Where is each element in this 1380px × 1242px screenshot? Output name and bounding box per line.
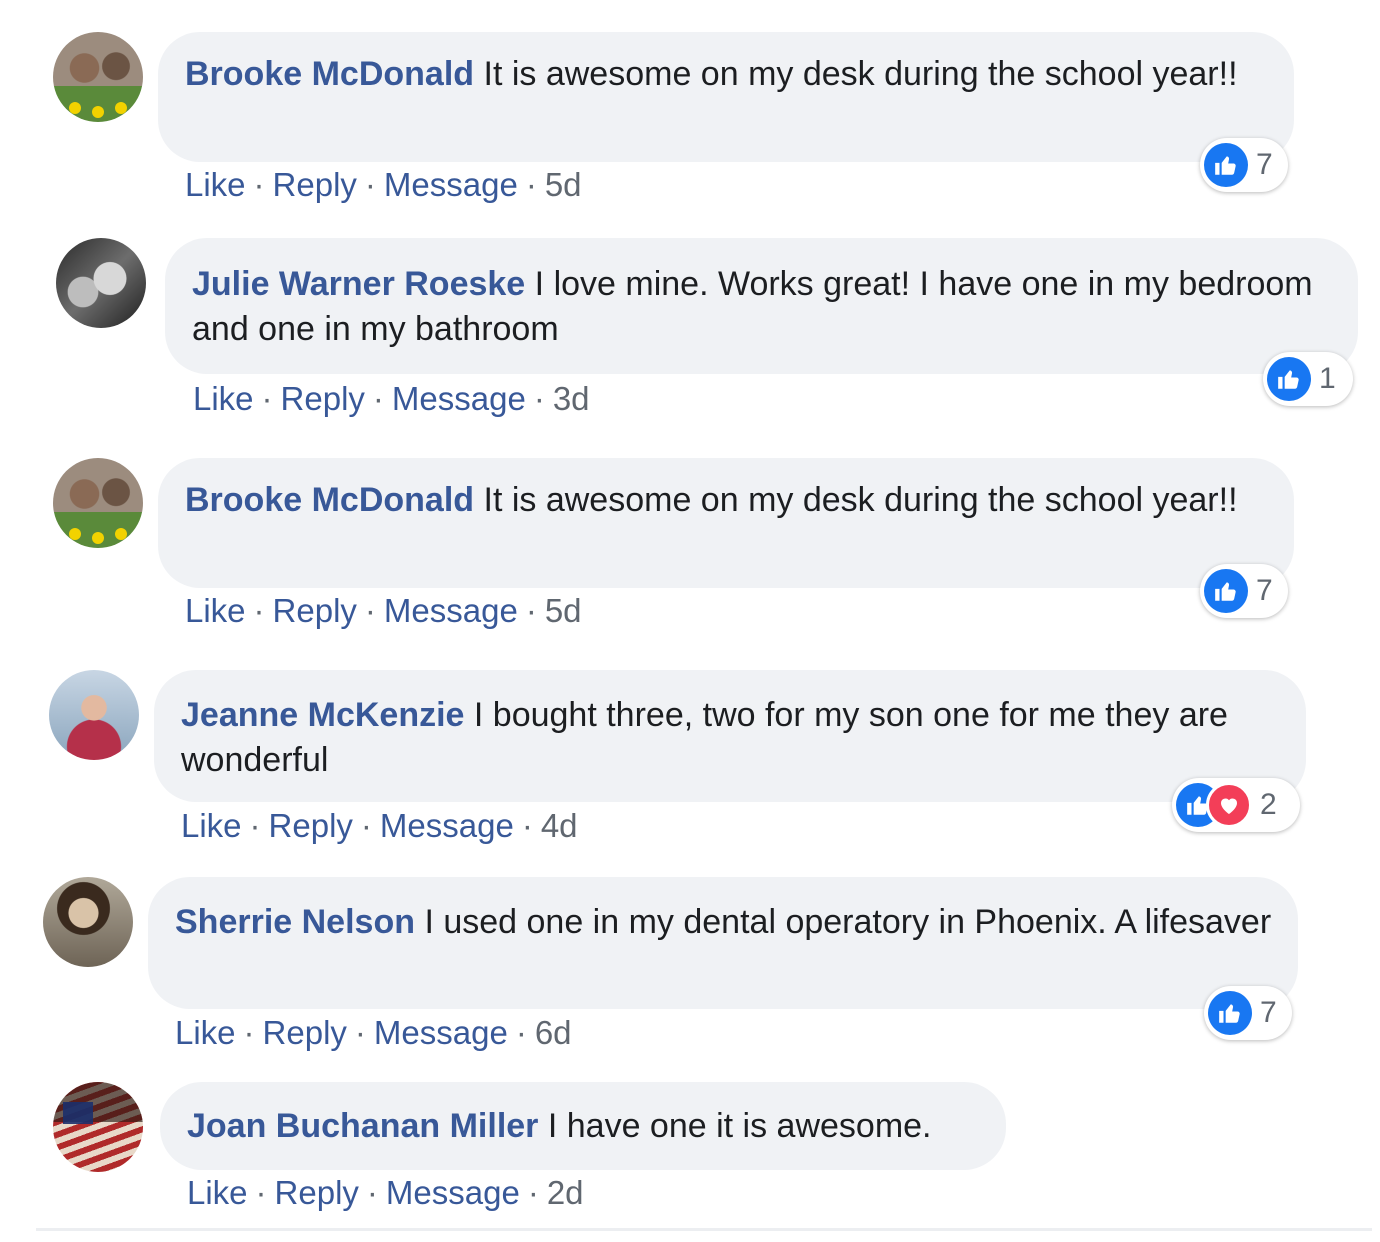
comment-time[interactable]: 6d bbox=[535, 1014, 572, 1051]
like-link[interactable]: Like bbox=[187, 1174, 248, 1211]
reaction-count: 7 bbox=[1256, 574, 1273, 607]
reaction-count: 2 bbox=[1260, 788, 1277, 821]
reaction-count: 1 bbox=[1319, 362, 1336, 395]
comment-bubble: Brooke McDonald It is awesome on my desk… bbox=[158, 32, 1294, 162]
avatar-photo bbox=[69, 102, 127, 118]
comment-bubble: Brooke McDonald It is awesome on my desk… bbox=[158, 458, 1294, 588]
like-link[interactable]: Like bbox=[193, 380, 254, 417]
reply-link[interactable]: Reply bbox=[281, 380, 365, 417]
reply-link[interactable]: Reply bbox=[273, 592, 357, 629]
comment-text: It is awesome on my desk during the scho… bbox=[483, 481, 1238, 519]
avatar[interactable] bbox=[49, 670, 139, 760]
reaction-summary[interactable]: 7 bbox=[1200, 138, 1288, 192]
comment-author[interactable]: Jeanne McKenzie bbox=[181, 696, 464, 734]
thumbs-up-icon bbox=[1267, 357, 1311, 401]
reply-link[interactable]: Reply bbox=[269, 807, 353, 844]
reaction-summary[interactable]: 7 bbox=[1204, 986, 1292, 1040]
comment-bubble: Joan Buchanan Miller I have one it is aw… bbox=[160, 1082, 1006, 1170]
comment-author[interactable]: Sherrie Nelson bbox=[175, 903, 415, 941]
comment-bubble: Jeanne McKenzie I bought three, two for … bbox=[154, 670, 1306, 802]
thumbs-up-icon bbox=[1204, 143, 1248, 187]
message-link[interactable]: Message bbox=[374, 1014, 508, 1051]
reply-link[interactable]: Reply bbox=[273, 166, 357, 203]
comment-time[interactable]: 4d bbox=[541, 807, 578, 844]
comment-text: It is awesome on my desk during the scho… bbox=[483, 55, 1238, 93]
reaction-count: 7 bbox=[1260, 996, 1277, 1029]
reaction-summary[interactable]: 2 bbox=[1172, 778, 1300, 832]
comment-text: I have one it is awesome. bbox=[547, 1107, 932, 1145]
like-link[interactable]: Like bbox=[185, 166, 246, 203]
divider bbox=[36, 1228, 1372, 1231]
avatar[interactable] bbox=[53, 458, 143, 548]
thumbs-up-icon bbox=[1204, 569, 1248, 613]
reply-link[interactable]: Reply bbox=[275, 1174, 359, 1211]
message-link[interactable]: Message bbox=[384, 592, 518, 629]
avatar[interactable] bbox=[56, 238, 146, 328]
message-link[interactable]: Message bbox=[392, 380, 526, 417]
thumbs-up-icon bbox=[1208, 991, 1252, 1035]
comment-text: I used one in my dental operatory in Pho… bbox=[424, 903, 1272, 941]
message-link[interactable]: Message bbox=[386, 1174, 520, 1211]
message-link[interactable]: Message bbox=[384, 166, 518, 203]
comment-bubble: Sherrie Nelson I used one in my dental o… bbox=[148, 877, 1298, 1009]
comment-time[interactable]: 3d bbox=[553, 380, 590, 417]
reaction-count: 7 bbox=[1256, 148, 1273, 181]
avatar[interactable] bbox=[43, 877, 133, 967]
avatar[interactable] bbox=[53, 32, 143, 122]
comment-actions: Like · Reply · Message · 3d bbox=[193, 380, 590, 417]
like-link[interactable]: Like bbox=[185, 592, 246, 629]
comment-author[interactable]: Joan Buchanan Miller bbox=[187, 1107, 538, 1145]
comment-author[interactable]: Julie Warner Roeske bbox=[192, 265, 525, 303]
comment-actions: Like · Reply · Message · 6d bbox=[175, 1014, 572, 1051]
comment-time[interactable]: 2d bbox=[547, 1174, 584, 1211]
comment-author[interactable]: Brooke McDonald bbox=[185, 55, 474, 93]
like-link[interactable]: Like bbox=[181, 807, 242, 844]
comment-author[interactable]: Brooke McDonald bbox=[185, 481, 474, 519]
comment-actions: Like · Reply · Message · 5d bbox=[185, 592, 582, 629]
heart-icon bbox=[1206, 782, 1252, 828]
message-link[interactable]: Message bbox=[380, 807, 514, 844]
comment-actions: Like · Reply · Message · 4d bbox=[181, 807, 578, 844]
comment-actions: Like · Reply · Message · 5d bbox=[185, 166, 582, 203]
comment-bubble: Julie Warner Roeske I love mine. Works g… bbox=[165, 238, 1358, 374]
avatar[interactable] bbox=[53, 1082, 143, 1172]
reply-link[interactable]: Reply bbox=[263, 1014, 347, 1051]
avatar-photo bbox=[53, 1082, 143, 1124]
like-link[interactable]: Like bbox=[175, 1014, 236, 1051]
avatar-photo bbox=[69, 528, 127, 544]
reaction-summary[interactable]: 7 bbox=[1200, 564, 1288, 618]
comment-actions: Like · Reply · Message · 2d bbox=[187, 1174, 584, 1211]
comment-time[interactable]: 5d bbox=[545, 166, 582, 203]
reaction-summary[interactable]: 1 bbox=[1263, 352, 1353, 406]
comment-time[interactable]: 5d bbox=[545, 592, 582, 629]
